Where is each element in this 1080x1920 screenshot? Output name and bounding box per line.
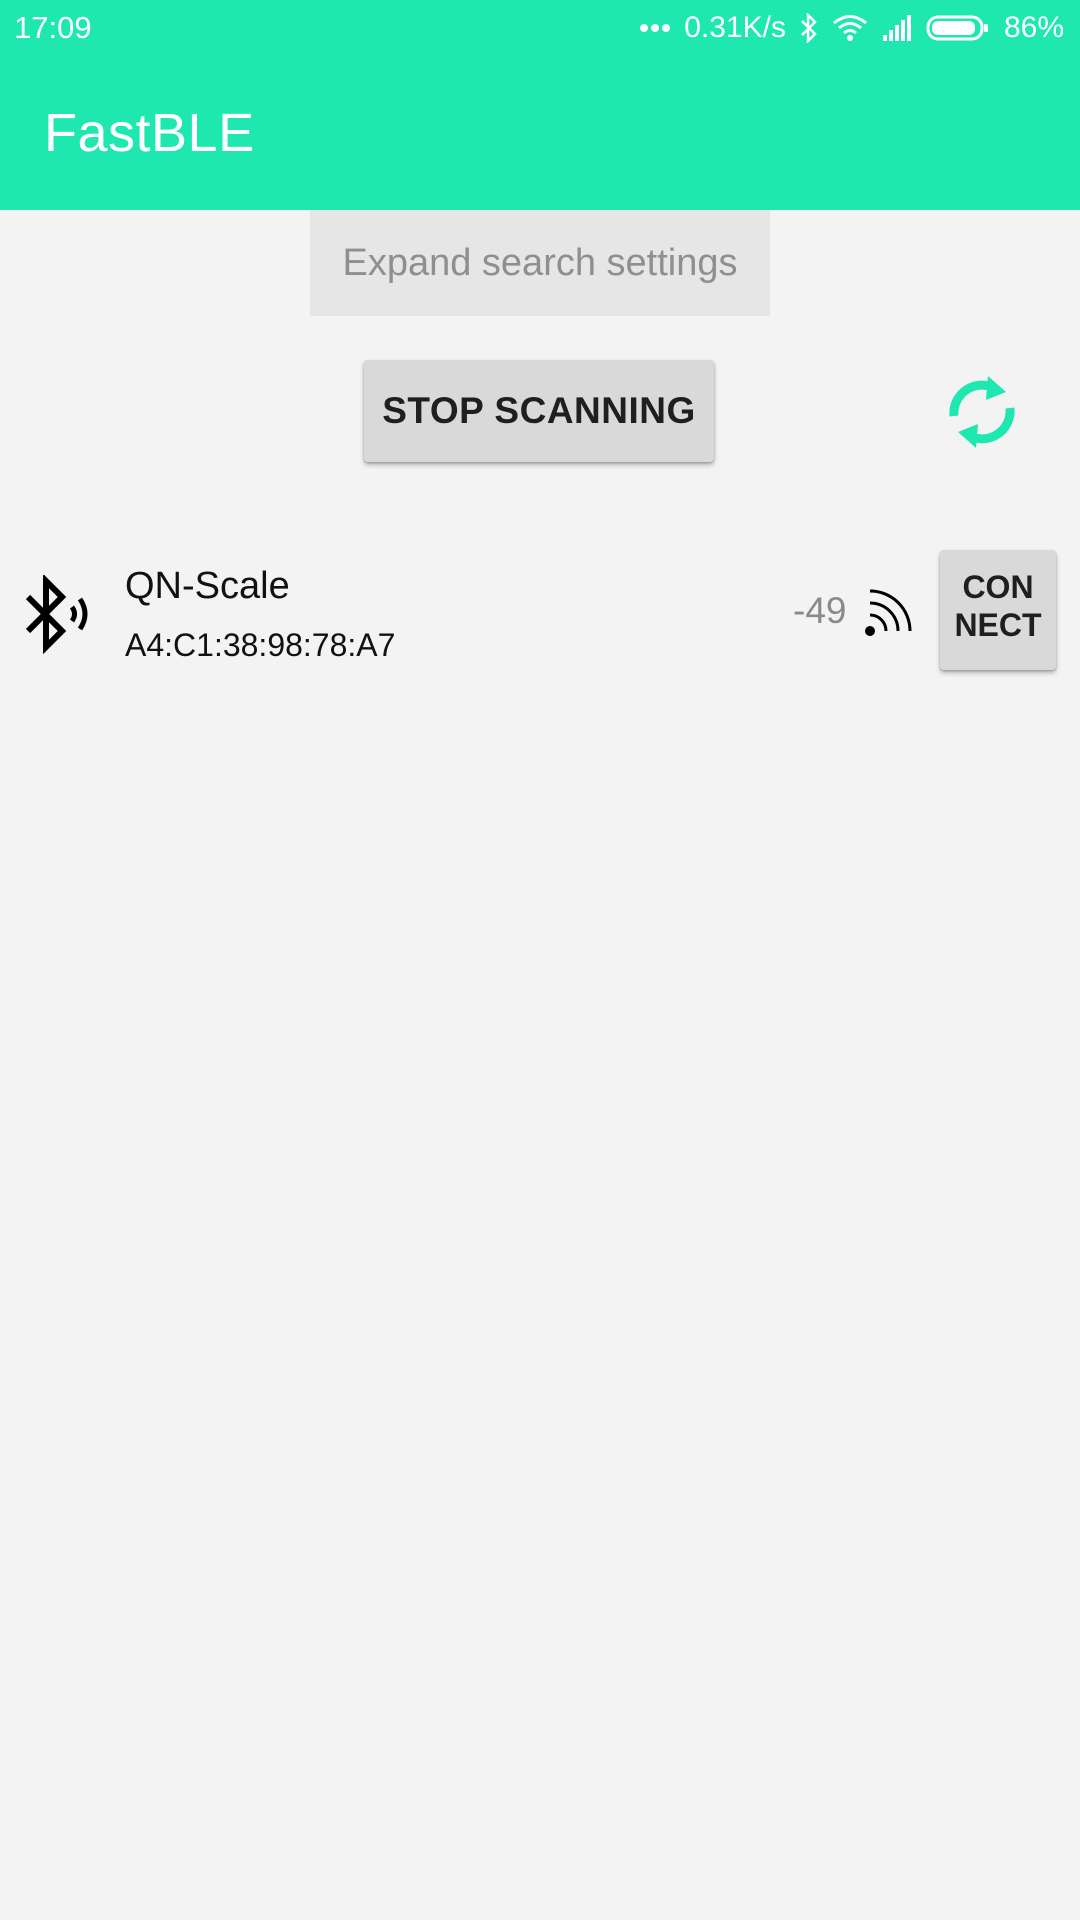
bluetooth-icon: [25, 575, 88, 655]
device-rssi: -49: [793, 590, 847, 631]
status-bar: 17:09 0.31K/s 86%: [0, 0, 1080, 58]
refresh-icon[interactable]: [940, 370, 1024, 454]
device-name: QN-Scale: [125, 565, 290, 607]
battery-percent: 86%: [1003, 11, 1064, 44]
connect-button-label: CONNECT: [954, 569, 1042, 643]
expand-search-settings-button[interactable]: Expand search settings: [310, 210, 770, 316]
bluetooth-status-icon: [801, 13, 817, 43]
device-mac-address: A4:C1:38:98:78:A7: [125, 627, 396, 663]
battery-icon: [926, 15, 988, 41]
device-list-item[interactable]: QN-Scale A4:C1:38:98:78:A7 -49: [0, 545, 1080, 685]
cell-signal-icon: [882, 15, 911, 41]
connect-button[interactable]: CONNECT: [940, 550, 1056, 670]
status-time: 17:09: [14, 10, 92, 45]
app-title: FastBLE: [44, 103, 255, 163]
app-bar: 17:09 0.31K/s 86% FastBLE: [0, 0, 1080, 210]
stop-scanning-button[interactable]: STOP SCANNING: [364, 360, 714, 462]
signal-icon: [865, 589, 912, 636]
status-icons: 0.31K/s 86%: [640, 8, 1064, 48]
network-speed: 0.31K/s: [684, 11, 786, 44]
more-dots-icon: [640, 24, 671, 32]
wifi-icon: [833, 15, 867, 41]
